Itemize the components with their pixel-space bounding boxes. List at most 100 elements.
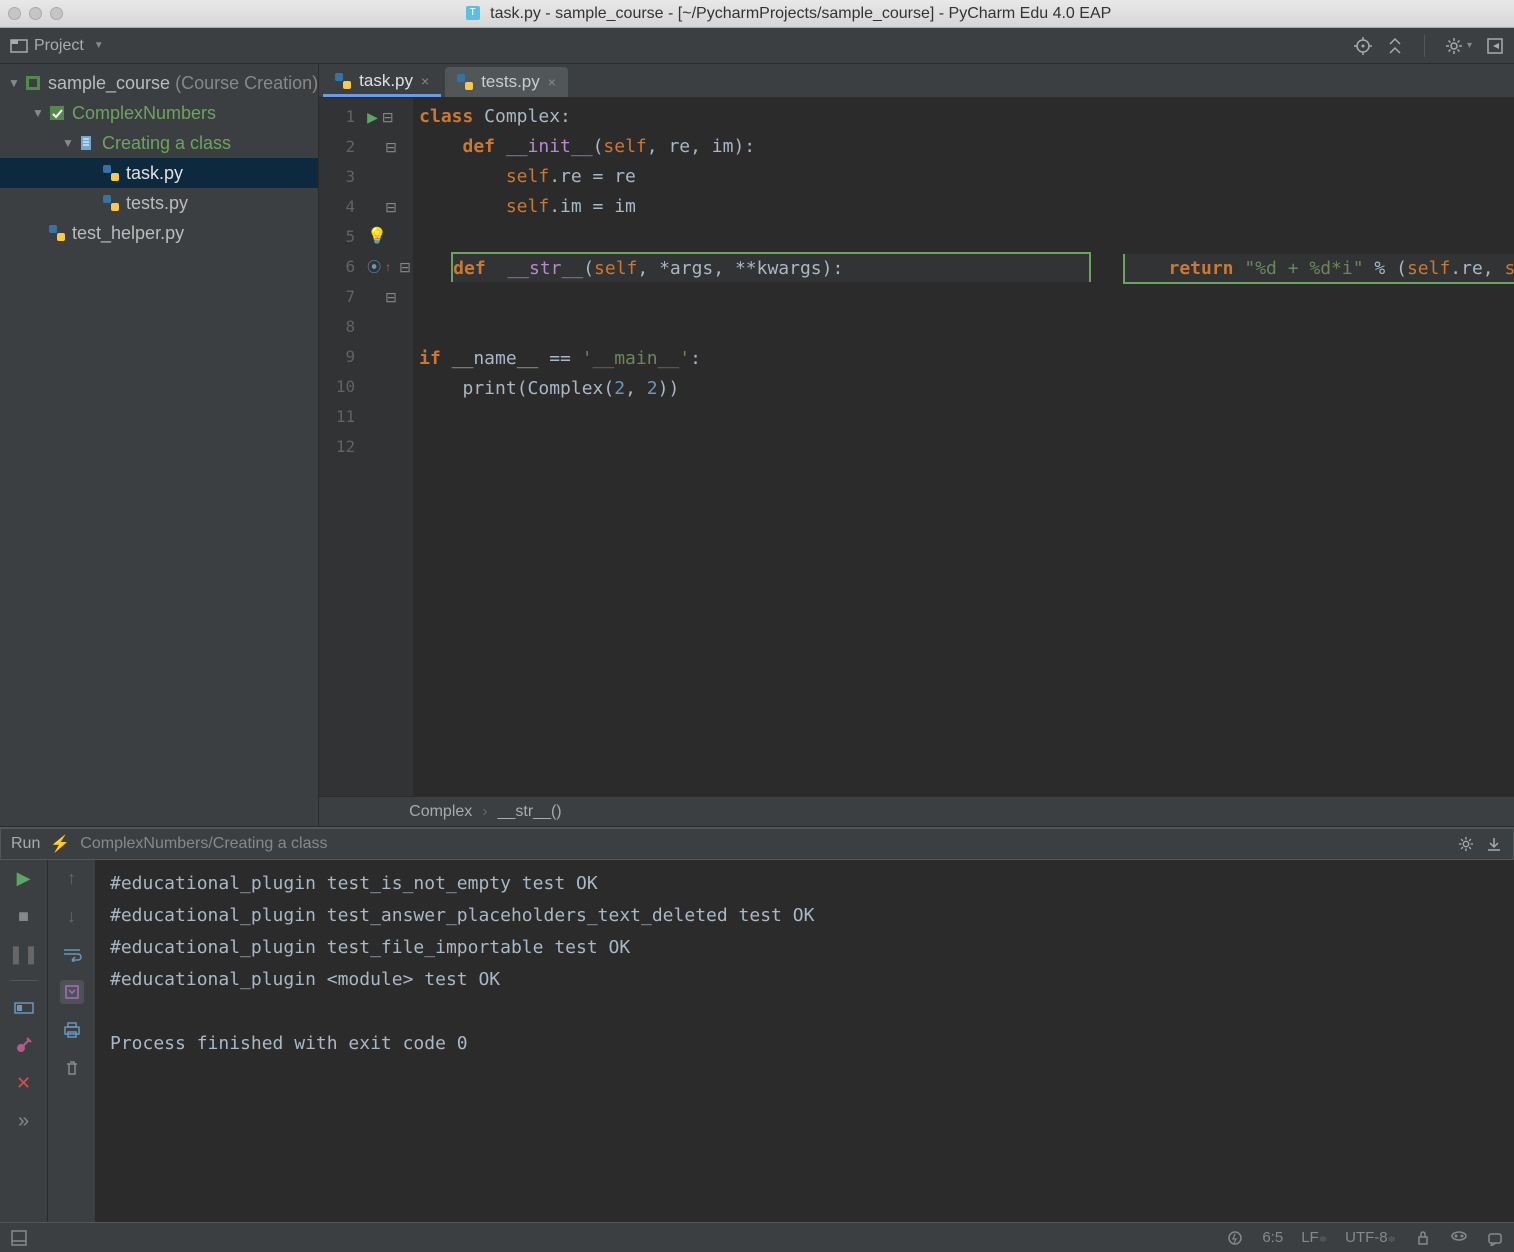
fold-minus-icon[interactable]: ⊟	[385, 132, 397, 162]
tree-lesson-label: Creating a class	[102, 133, 231, 154]
tree-file-helper[interactable]: test_helper.py	[0, 218, 318, 248]
file-type-icon: T	[466, 6, 480, 20]
main-area: ▼ sample_course (Course Creation) ▼ Comp…	[0, 64, 1514, 827]
tab-task-label: task.py	[359, 71, 413, 91]
soft-wrap-icon[interactable]	[60, 942, 84, 966]
delete-icon[interactable]	[60, 1056, 84, 1080]
run-config-name[interactable]: ComplexNumbers/Creating a class	[80, 835, 327, 853]
expand-arrow-icon[interactable]: ▼	[6, 76, 22, 90]
close-window-icon[interactable]	[8, 7, 21, 20]
code-area[interactable]: class Complex: def __init__(self, re, im…	[413, 98, 1514, 796]
editor-panel: task.py × tests.py × 123456789101112 ▶⊟ …	[319, 64, 1514, 826]
run-body: ▶ ■ ❚❚ ✕ » ↑ ↓	[0, 860, 1514, 1222]
console-output[interactable]: #educational_plugin test_is_not_empty te…	[96, 860, 1514, 1222]
fold-end-icon[interactable]: ⊟	[385, 282, 397, 312]
chevron-right-icon: ›	[482, 803, 487, 821]
maximize-window-icon[interactable]	[50, 7, 63, 20]
module-icon	[46, 104, 68, 122]
tree-file-helper-label: test_helper.py	[72, 223, 184, 244]
down-stack-icon[interactable]: ↓	[60, 904, 84, 928]
project-tool-icon[interactable]	[10, 37, 28, 55]
breadcrumb-method[interactable]: __str__()	[498, 803, 562, 821]
pause-icon[interactable]: ❚❚	[12, 942, 36, 966]
project-tool-label[interactable]: Project	[34, 37, 84, 55]
settings-icon[interactable]	[1445, 37, 1463, 55]
fold-minus-icon[interactable]: ⊟	[382, 102, 394, 132]
run-label[interactable]: Run	[11, 835, 40, 853]
window-title-text: task.py - sample_course - [~/PycharmProj…	[490, 5, 1111, 22]
editor-body[interactable]: 123456789101112 ▶⊟ ⊟ ⊟ 💡 ⦿↑⊟ ⊟ class Com…	[319, 98, 1514, 796]
rerun-icon[interactable]: ▶	[12, 866, 36, 890]
breadcrumb-class[interactable]: Complex	[409, 803, 472, 821]
course-icon	[22, 74, 44, 92]
tree-module[interactable]: ▼ ComplexNumbers	[0, 98, 318, 128]
run-header[interactable]: Run ⚡ ComplexNumbers/Creating a class	[0, 828, 1514, 860]
more-icon[interactable]: »	[12, 1109, 36, 1133]
editor-tabs: task.py × tests.py ×	[319, 64, 1514, 98]
lock-icon[interactable]	[1414, 1229, 1432, 1247]
python-file-icon	[46, 225, 68, 241]
tab-tests-label: tests.py	[481, 72, 540, 92]
close-tab-icon[interactable]: ×	[548, 74, 556, 90]
tree-root-label: sample_course (Course Creation)	[48, 73, 318, 94]
tree-file-tests-label: tests.py	[126, 193, 188, 214]
lightning-icon: ⚡	[50, 834, 70, 854]
expand-arrow-icon[interactable]: ▼	[30, 106, 46, 120]
download-icon[interactable]	[1485, 835, 1503, 853]
tab-tests[interactable]: tests.py ×	[445, 67, 568, 97]
run-gutter-icon[interactable]: ▶	[367, 102, 378, 132]
breadcrumb[interactable]: Complex › __str__()	[319, 796, 1514, 826]
tree-file-tests[interactable]: tests.py	[0, 188, 318, 218]
separator	[1424, 35, 1425, 57]
attach-icon[interactable]	[12, 1033, 36, 1057]
tab-task[interactable]: task.py ×	[323, 67, 441, 97]
settings-dropdown-icon[interactable]: ▾	[1467, 40, 1472, 51]
titlebar: T task.py - sample_course - [~/PycharmPr…	[0, 0, 1514, 28]
window-controls[interactable]	[8, 7, 63, 20]
run-settings-icon[interactable]	[1457, 835, 1475, 853]
print-icon[interactable]	[60, 1018, 84, 1042]
tree-root[interactable]: ▼ sample_course (Course Creation)	[0, 68, 318, 98]
close-run-icon[interactable]: ✕	[12, 1071, 36, 1095]
python-file-icon	[100, 195, 122, 211]
collapse-all-icon[interactable]	[1386, 37, 1404, 55]
scroll-to-end-icon[interactable]	[60, 980, 84, 1004]
override-arrow-icon: ↑	[385, 252, 391, 282]
project-sidebar: ▼ sample_course (Course Creation) ▼ Comp…	[0, 64, 319, 826]
dropdown-arrow-icon[interactable]: ▼	[94, 40, 104, 51]
tree-file-task-label: task.py	[126, 163, 183, 184]
line-gutter[interactable]: 123456789101112	[319, 98, 363, 796]
tool-windows-icon[interactable]	[10, 1229, 28, 1247]
cursor-position[interactable]: 6:5	[1262, 1229, 1283, 1246]
notifications-icon[interactable]	[1486, 1229, 1504, 1247]
project-tree[interactable]: ▼ sample_course (Course Creation) ▼ Comp…	[0, 64, 318, 248]
status-bar: 6:5 LF≑ UTF-8≑	[0, 1222, 1514, 1252]
fold-end-icon[interactable]: ⊟	[385, 192, 397, 222]
run-toolbar-secondary: ↑ ↓	[48, 860, 96, 1222]
dump-threads-icon[interactable]	[12, 995, 36, 1019]
minimize-window-icon[interactable]	[29, 7, 42, 20]
stop-icon[interactable]: ■	[12, 904, 36, 928]
hide-panel-icon[interactable]	[1486, 37, 1504, 55]
expand-arrow-icon[interactable]: ▼	[60, 136, 76, 150]
python-file-icon	[457, 74, 473, 90]
lesson-icon	[76, 135, 98, 151]
intention-bulb-icon[interactable]: 💡	[367, 222, 387, 252]
line-separator[interactable]: LF≑	[1301, 1229, 1327, 1246]
python-file-icon	[335, 73, 351, 89]
file-encoding[interactable]: UTF-8≑	[1345, 1229, 1396, 1246]
fold-minus-icon[interactable]: ⊟	[399, 252, 411, 282]
override-up-icon[interactable]: ⦿	[367, 252, 381, 282]
tree-module-label: ComplexNumbers	[72, 103, 216, 124]
run-toolbar-primary: ▶ ■ ❚❚ ✕ »	[0, 860, 48, 1222]
power-save-icon[interactable]	[1226, 1229, 1244, 1247]
python-file-icon	[100, 165, 122, 181]
run-panel: Run ⚡ ComplexNumbers/Creating a class ▶ …	[0, 827, 1514, 1222]
up-stack-icon[interactable]: ↑	[60, 866, 84, 890]
close-tab-icon[interactable]: ×	[421, 73, 429, 89]
tree-file-task[interactable]: task.py	[0, 158, 318, 188]
inspector-icon[interactable]	[1450, 1229, 1468, 1247]
gutter-icons[interactable]: ▶⊟ ⊟ ⊟ 💡 ⦿↑⊟ ⊟	[363, 98, 413, 796]
tree-lesson[interactable]: ▼ Creating a class	[0, 128, 318, 158]
locate-icon[interactable]	[1354, 37, 1372, 55]
